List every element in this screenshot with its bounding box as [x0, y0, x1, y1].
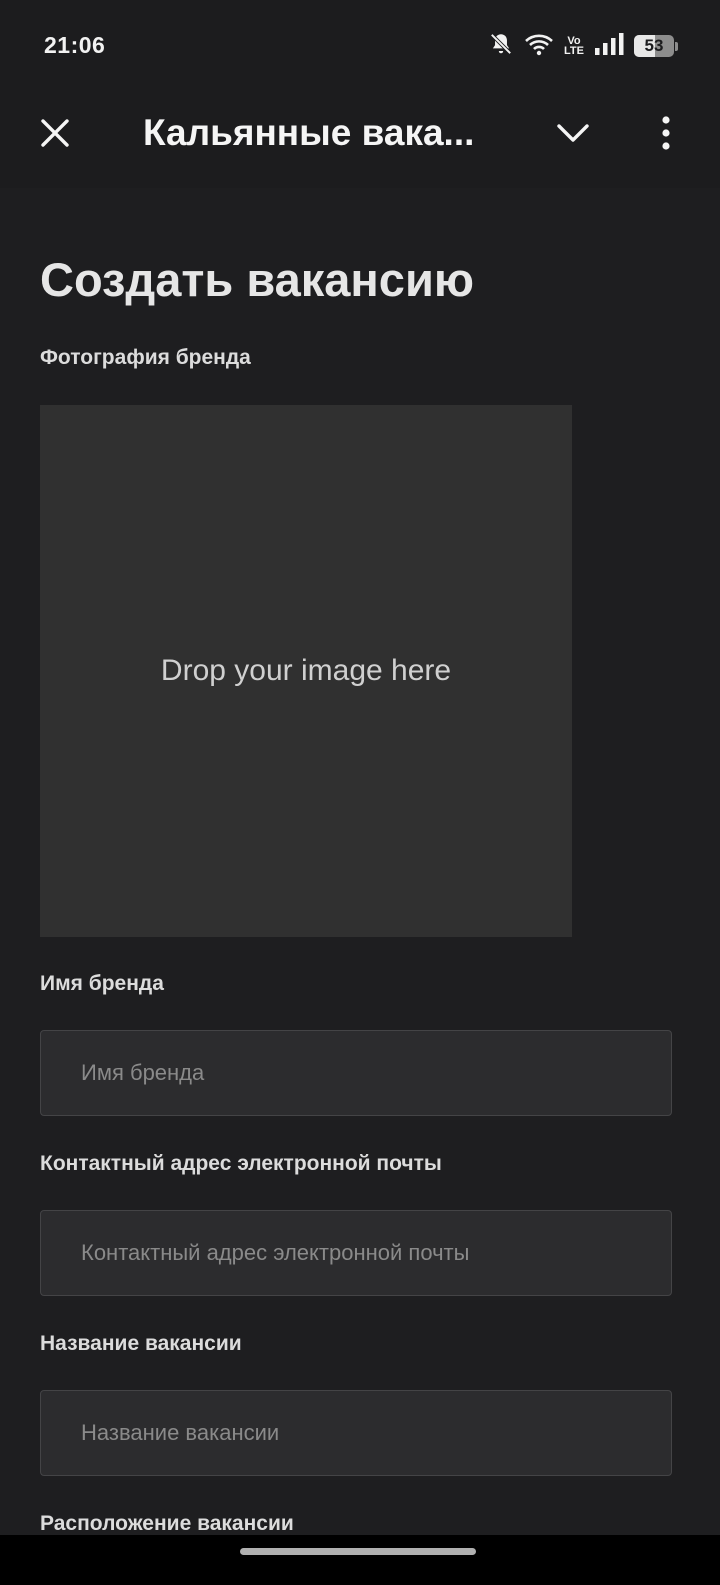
- home-handle[interactable]: [240, 1548, 476, 1555]
- volte-bottom-label: LTE: [564, 45, 584, 57]
- image-dropzone[interactable]: Drop your image here: [40, 405, 572, 937]
- email-input[interactable]: [40, 1210, 672, 1296]
- status-icons: Vo LTE 53: [488, 30, 678, 62]
- dropzone-text: Drop your image here: [160, 654, 452, 687]
- vacancy-title-label: Название вакансии: [40, 1332, 242, 1355]
- signal-icon: [594, 32, 624, 61]
- bell-off-icon: [488, 31, 514, 62]
- volte-icon: Vo LTE: [564, 36, 584, 57]
- battery-tip: [675, 41, 678, 51]
- brand-name-input[interactable]: [40, 1030, 672, 1116]
- brand-name-label: Имя бренда: [40, 972, 164, 995]
- more-menu-button[interactable]: [648, 112, 684, 154]
- status-bar: 21:06 Vo LTE 53: [0, 0, 720, 90]
- battery-icon: 53: [634, 35, 678, 57]
- page-title: Создать вакансию: [40, 253, 474, 306]
- battery-body: 53: [634, 35, 674, 57]
- create-vacancy-form: Создать вакансию Фотография бренда Drop …: [0, 188, 720, 1535]
- gesture-nav-bar: [0, 1535, 720, 1585]
- wifi-icon: [524, 31, 554, 62]
- vacancy-title-input[interactable]: [40, 1390, 672, 1476]
- battery-level: 53: [644, 36, 664, 55]
- close-button[interactable]: [32, 110, 78, 156]
- status-time: 21:06: [44, 32, 106, 58]
- email-label: Контактный адрес электронной почты: [40, 1152, 442, 1175]
- collapse-button[interactable]: [552, 112, 594, 154]
- app-title: Кальянные вака...: [143, 112, 475, 153]
- top-app-bar: Кальянные вака...: [0, 90, 720, 188]
- chevron-down-icon: [557, 124, 589, 142]
- vacancy-location-label: Расположение вакансии: [40, 1512, 294, 1535]
- close-icon: [41, 119, 69, 147]
- photo-label: Фотография бренда: [40, 346, 251, 369]
- more-vertical-icon: [662, 116, 670, 150]
